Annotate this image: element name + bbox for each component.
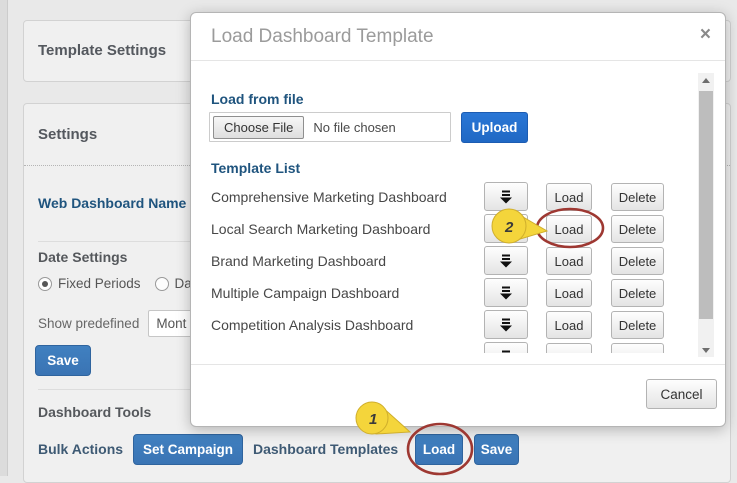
bulk-actions-label: Bulk Actions	[38, 441, 124, 457]
show-predefined-label: Show predefined	[38, 316, 140, 331]
load-template-button[interactable]: Load	[546, 247, 592, 275]
download-icon	[500, 254, 512, 267]
template-name: Multiple Campaign Dashboard	[211, 285, 400, 301]
modal-footer: Cancel	[191, 364, 725, 427]
template-row: Competition Analysis Dashboard Load Dele…	[211, 309, 691, 341]
download-template-button[interactable]	[484, 278, 528, 307]
download-icon	[500, 222, 512, 235]
load-dashboard-template-modal: Load Dashboard Template × Load from file…	[190, 12, 726, 427]
modal-title: Load Dashboard Template	[211, 26, 434, 47]
template-row	[211, 341, 691, 353]
dashboard-templates-label: Dashboard Templates	[253, 441, 399, 457]
show-predefined-row: Show predefined Mont	[38, 310, 211, 337]
scroll-up-icon[interactable]	[698, 73, 714, 87]
modal-header: Load Dashboard Template ×	[191, 13, 725, 61]
download-template-button[interactable]	[484, 182, 528, 211]
scroll-down-icon[interactable]	[698, 343, 714, 357]
load-template-button[interactable]: Load	[546, 215, 592, 243]
web-dashboard-name-label: Web Dashboard Name	[38, 195, 187, 211]
template-name: Local Search Marketing Dashboard	[211, 221, 431, 237]
template-row: Local Search Marketing Dashboard Load De…	[211, 213, 691, 245]
delete-template-button[interactable]: Delete	[611, 279, 664, 307]
template-name: Brand Marketing Dashboard	[211, 253, 387, 269]
download-template-button[interactable]	[484, 342, 528, 353]
template-row: Comprehensive Marketing Dashboard Load D…	[211, 181, 691, 213]
date-settings-label: Date Settings	[38, 249, 128, 265]
load-template-button[interactable]: Load	[546, 183, 592, 211]
template-name: Comprehensive Marketing Dashboard	[211, 189, 447, 205]
fixed-periods-radio[interactable]	[38, 276, 52, 291]
delete-template-button[interactable]: Delete	[611, 215, 664, 243]
load-from-file-label: Load from file	[211, 91, 304, 107]
file-status-text: No file chosen	[313, 119, 396, 135]
scrollbar-thumb[interactable]	[699, 91, 713, 319]
dashboard-tools-label: Dashboard Tools	[38, 404, 152, 420]
download-icon	[500, 318, 512, 331]
date-range-radio[interactable]	[154, 276, 169, 291]
page-left-edge	[0, 0, 8, 476]
download-icon	[500, 286, 512, 299]
template-row: Brand Marketing Dashboard Load Delete	[211, 245, 691, 277]
template-name: Competition Analysis Dashboard	[211, 317, 414, 333]
download-icon	[502, 350, 510, 352]
template-list-label: Template List	[211, 160, 301, 176]
delete-template-button[interactable]: Delete	[611, 311, 664, 339]
download-template-button[interactable]	[484, 214, 528, 243]
template-row: Multiple Campaign Dashboard Load Delete	[211, 277, 691, 309]
set-campaign-button[interactable]: Set Campaign	[133, 434, 243, 465]
choose-file-button[interactable]: Choose File	[213, 115, 305, 139]
template-list: Comprehensive Marketing Dashboard Load D…	[211, 181, 691, 353]
close-icon[interactable]: ×	[700, 24, 711, 46]
upload-button[interactable]: Upload	[461, 112, 528, 143]
load-template-button[interactable]: Load	[546, 311, 592, 339]
dashboard-templates-save-button[interactable]: Save	[474, 434, 519, 465]
file-input[interactable]: Choose File No file chosen	[209, 112, 451, 142]
cancel-button[interactable]: Cancel	[646, 379, 717, 409]
dashboard-tools-row: Bulk Actions Set Campaign Dashboard Temp…	[38, 434, 720, 465]
dashboard-templates-load-button[interactable]: Load	[415, 434, 463, 465]
load-template-button[interactable]: Load	[546, 279, 592, 307]
fixed-periods-label: Fixed Periods	[58, 276, 141, 291]
delete-template-button[interactable]: Delete	[611, 183, 664, 211]
scrollbar[interactable]	[698, 73, 714, 357]
download-template-button[interactable]	[484, 310, 528, 339]
download-template-button[interactable]	[484, 246, 528, 275]
delete-template-button[interactable]	[611, 343, 664, 353]
settings-save-button[interactable]: Save	[35, 345, 91, 376]
load-template-button[interactable]	[546, 343, 592, 353]
date-settings-radio-group: Fixed Periods Dat	[38, 276, 210, 291]
download-icon	[500, 190, 512, 203]
delete-template-button[interactable]: Delete	[611, 247, 664, 275]
